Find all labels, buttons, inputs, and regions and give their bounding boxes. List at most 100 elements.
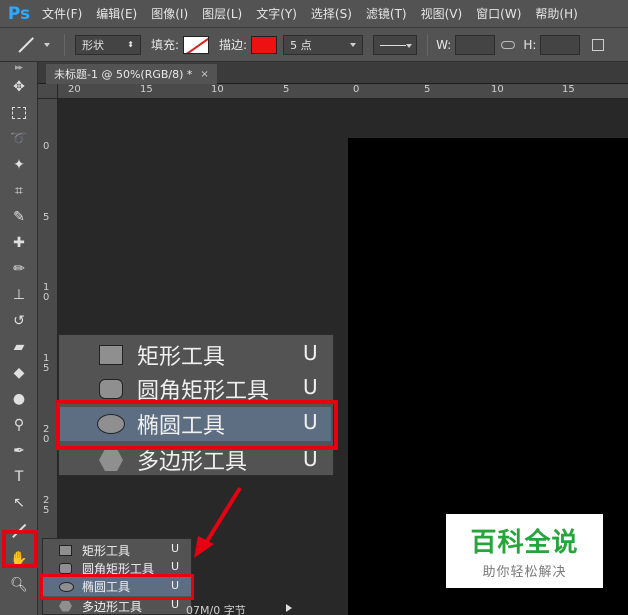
menu-filter[interactable]: 滤镜(T) <box>366 5 407 22</box>
menu-select[interactable]: 选择(S) <box>311 5 352 22</box>
ruler-tick-label: 10 <box>211 84 224 95</box>
ruler-tick-label: 1 0 <box>43 282 50 303</box>
menu-image[interactable]: 图像(I) <box>151 5 188 22</box>
ruler-tick-label: 0 <box>353 84 360 95</box>
watermark-title: 百科全说 <box>470 528 579 558</box>
chevron-down-icon <box>406 43 413 48</box>
line-tool-highlight <box>2 530 38 568</box>
brush-tool-icon[interactable]: ✏ <box>0 256 38 282</box>
menu-help[interactable]: 帮助(H) <box>535 5 577 22</box>
ruler-corner <box>38 84 58 99</box>
rectangle-icon <box>99 345 123 365</box>
options-bar: 形状 ⬍ 填充: 描边: 5 点 W: H: <box>0 28 628 62</box>
crop-tool-icon[interactable]: ⌗ <box>0 178 38 204</box>
menu-edit[interactable]: 编辑(E) <box>96 5 137 22</box>
watermark: 百科全说 助你轻松解决 <box>446 514 603 588</box>
line-tool-icon[interactable] <box>14 34 36 56</box>
document-tab-title: 未标题-1 @ 50%(RGB/8) * <box>54 68 193 81</box>
width-label: W: <box>436 37 452 52</box>
annotation-arrow <box>194 486 242 558</box>
panel-grip-icon[interactable]: ▸▸ <box>0 62 37 74</box>
stroke-style-dropdown[interactable] <box>373 34 418 55</box>
tool-mode-value: 形状 <box>82 38 104 52</box>
polygon-icon <box>59 600 72 612</box>
magic-wand-icon[interactable]: ✦ <box>0 152 38 178</box>
flyout-shortcut: U <box>171 542 180 555</box>
ruler-tick-label: 1 5 <box>43 353 50 374</box>
fill-swatch[interactable] <box>183 35 210 54</box>
history-brush-icon[interactable]: ↺ <box>0 308 38 334</box>
menu-window[interactable]: 窗口(W) <box>476 5 521 22</box>
separator <box>64 33 65 56</box>
eyedropper-icon[interactable]: ✎ <box>0 204 38 230</box>
ellipse-tool-highlight-zoomed <box>56 400 338 450</box>
watermark-subtitle: 助你轻松解决 <box>482 565 567 580</box>
document-tab-bar: 未标题-1 @ 50%(RGB/8) * × <box>38 62 628 84</box>
flyout-item-label: 矩形工具 <box>137 345 226 370</box>
flyout-shortcut: U <box>303 341 318 365</box>
ruler-tick-label: 5 <box>43 212 50 223</box>
rectangle-icon <box>59 544 72 556</box>
stroke-label: 描边: <box>219 38 248 52</box>
link-icon[interactable] <box>501 40 516 49</box>
menu-file[interactable]: 文件(F) <box>42 5 82 22</box>
path-selection-icon[interactable]: ↖ <box>0 490 38 516</box>
status-menu-arrow-icon[interactable] <box>286 604 292 612</box>
menu-layer[interactable]: 图层(L) <box>202 5 242 22</box>
pen-tool-icon[interactable]: ✒ <box>0 438 38 464</box>
chevron-down-icon <box>350 42 357 47</box>
flyout-shortcut: U <box>303 375 318 399</box>
ruler-horizontal: 20 15 10 5 0 5 10 15 <box>58 84 628 99</box>
flyout-item-label: 矩形工具 <box>82 543 131 558</box>
ruler-tick-label: 5 <box>424 84 431 95</box>
arrow-head <box>194 536 214 558</box>
ruler-tick-label: 2 5 <box>43 495 50 516</box>
clone-stamp-icon[interactable]: ⊥ <box>0 282 38 308</box>
height-input[interactable] <box>540 34 581 55</box>
blur-tool-icon[interactable]: ● <box>0 386 38 412</box>
flyout-item-rectangle[interactable]: 矩形工具 <box>59 339 335 371</box>
menu-view[interactable]: 视图(V) <box>421 5 463 22</box>
fill-label: 填充: <box>151 38 180 52</box>
stroke-size-value: 5 点 <box>290 38 312 52</box>
height-label: H: <box>523 37 537 52</box>
ruler-tick-label: 15 <box>140 84 153 95</box>
lasso-tool-icon[interactable]: ➰ <box>0 126 38 152</box>
move-tool-icon[interactable]: ✥ <box>0 74 38 100</box>
flyout-item-label: 多边形工具 <box>82 599 143 614</box>
dodge-tool-icon[interactable]: ⚲ <box>0 412 38 438</box>
eraser-icon[interactable]: ▰ <box>0 334 38 360</box>
document-tab[interactable]: 未标题-1 @ 50%(RGB/8) * × <box>46 64 217 84</box>
separator <box>427 33 429 56</box>
tool-mode-dropdown[interactable]: 形状 ⬍ <box>75 34 141 55</box>
ellipse-tool-highlight <box>40 574 194 600</box>
marquee-tool-icon[interactable] <box>0 100 38 126</box>
flyout-shortcut: U <box>303 447 318 471</box>
tool-preset-caret-icon[interactable] <box>44 42 50 47</box>
healing-brush-icon[interactable]: ✚ <box>0 230 38 256</box>
ruler-tick-label: 20 <box>68 84 81 95</box>
rounded-rectangle-icon <box>59 562 72 574</box>
menu-bar: Ps 文件(F) 编辑(E) 图像(I) 图层(L) 文字(Y) 选择(S) 滤… <box>0 0 628 28</box>
arrow-shaft <box>202 486 242 548</box>
menu-items: 文件(F) 编辑(E) 图像(I) 图层(L) 文字(Y) 选择(S) 滤镜(T… <box>42 5 592 22</box>
menu-type[interactable]: 文字(Y) <box>256 5 297 22</box>
stroke-color-swatch[interactable] <box>251 35 278 54</box>
polygon-icon <box>99 449 123 471</box>
paint-bucket-icon[interactable]: ◆ <box>0 360 38 386</box>
ruler-tick-label: 10 <box>491 84 504 95</box>
rounded-rectangle-icon <box>99 379 123 399</box>
ruler-tick-label: 0 <box>43 141 50 152</box>
ruler-tick-label: 15 <box>562 84 575 95</box>
width-input[interactable] <box>455 34 496 55</box>
flyout-shortcut: U <box>171 560 180 573</box>
path-operations-icon[interactable] <box>592 38 605 51</box>
type-tool-icon[interactable]: T <box>0 464 38 490</box>
status-bar-text: 07M/0 字节 <box>186 604 246 615</box>
stroke-size-field[interactable]: 5 点 <box>283 34 364 55</box>
updown-icon: ⬍ <box>127 40 134 49</box>
zoom-tool-icon[interactable]: 🔍︎ <box>0 572 38 598</box>
close-icon[interactable]: × <box>200 69 208 80</box>
photoshop-logo: Ps <box>7 3 31 24</box>
ruler-tick-label: 5 <box>283 84 290 95</box>
